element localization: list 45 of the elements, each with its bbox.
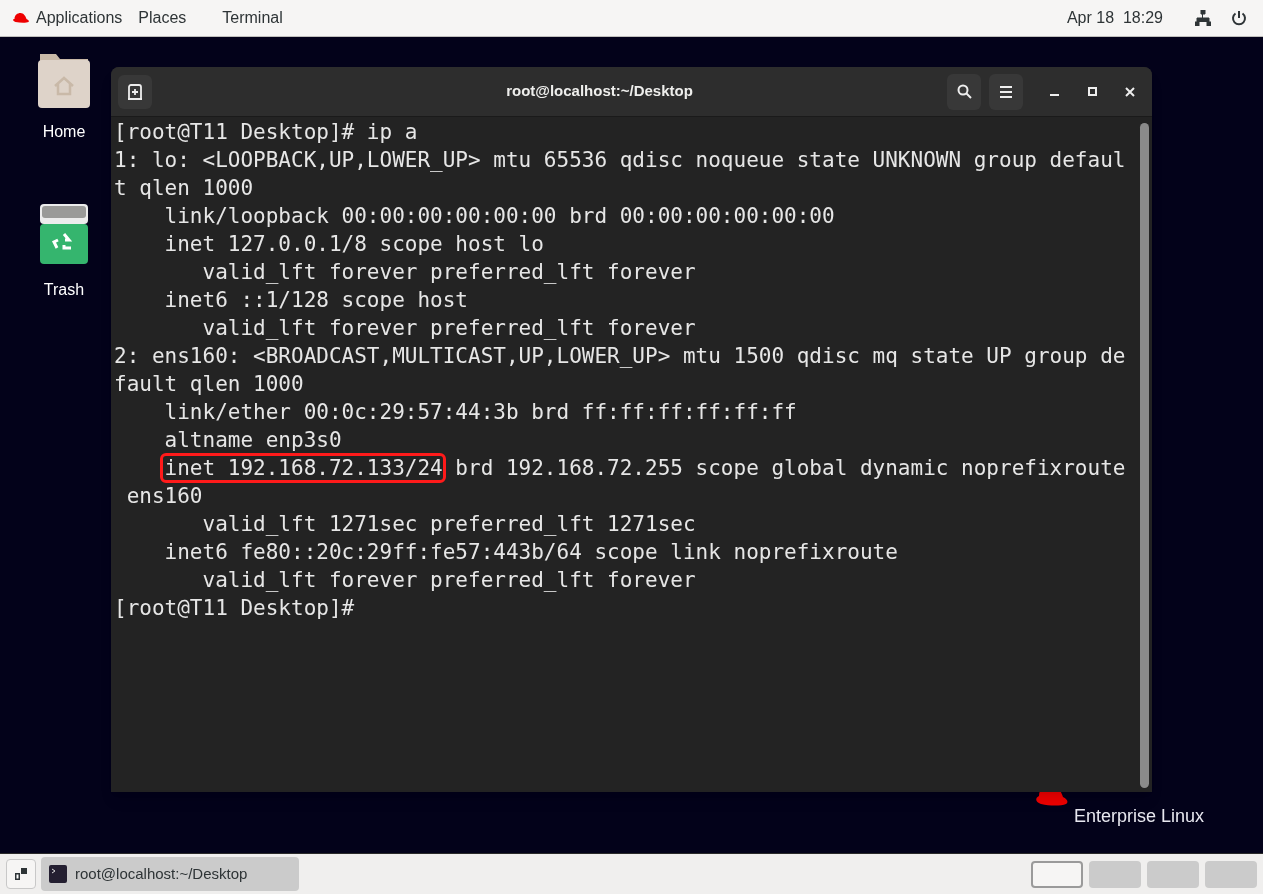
terminal-line: valid_lft forever preferred_lft forever	[201, 259, 697, 286]
maximize-icon	[1087, 87, 1097, 96]
terminal-line: valid_lft forever preferred_lft forever	[201, 315, 697, 342]
minimize-icon	[1049, 94, 1059, 96]
taskbar-window-button[interactable]: root@localhost:~/Desktop	[41, 857, 299, 891]
show-desktop-button[interactable]	[6, 859, 36, 889]
search-button[interactable]	[947, 73, 981, 110]
terminal-line: valid_lft 1271sec preferred_lft 1271sec	[201, 511, 697, 538]
terminal-line: inet6 ::1/128 scope host	[163, 287, 469, 314]
close-icon	[1125, 86, 1135, 97]
terminal-line: inet 192.168.72.133/24 brd 192.168.72.255 scope global dynamic noprefixroute	[114, 454, 1140, 482]
terminal-line: link/ether 00:0c:29:57:44:3b brd ff:ff:ff:ff:ff:ff	[163, 399, 798, 426]
terminal-line: inet 127.0.0.1/8 scope host lo	[163, 231, 545, 258]
terminal-line: ens160	[125, 483, 204, 510]
workspace-button[interactable]	[1031, 860, 1083, 888]
menu-button[interactable]	[989, 73, 1023, 110]
terminal-line: valid_lft forever preferred_lft forever	[201, 567, 697, 594]
terminal-icon	[49, 865, 67, 883]
terminal-line: altname enp3s0	[163, 427, 343, 454]
menu-icon	[1000, 85, 1012, 98]
desktop-icon-label[interactable]: Trash	[43, 278, 85, 302]
desktop-icon-label[interactable]: Home	[42, 120, 86, 144]
hat-icon	[12, 12, 30, 24]
terminal-line: [root@T11 Desktop]# ip a	[114, 119, 419, 146]
network-icon[interactable]	[1195, 10, 1211, 26]
terminal-line: t qlen 1000	[114, 175, 255, 202]
terminal-line: inet6 fe80::20c:29ff:fe57:443b/64 scope link noprefixroute	[163, 539, 899, 566]
trash-icon[interactable]	[40, 204, 88, 266]
top-bar-menu[interactable]: Applications	[36, 6, 123, 30]
new-tab-button[interactable]	[118, 74, 152, 109]
clock[interactable]: Apr 18 18:29	[1066, 6, 1163, 30]
power-icon[interactable]	[1231, 10, 1247, 26]
terminal-line: link/loopback 00:00:00:00:00:00 brd 00:00:00:00:00:00	[163, 203, 836, 230]
top-bar-menu[interactable]: Places	[138, 6, 187, 30]
windows-icon	[15, 868, 27, 880]
terminal-line: 2: ens160: <BROADCAST,MULTICAST,UP,LOWER_UP> mtu 1500 qdisc mq state UP group de	[114, 343, 1127, 370]
top-bar-menu[interactable]: Terminal	[222, 6, 283, 30]
terminal-line: 1: lo: <LOOPBACK,UP,LOWER_UP> mtu 65536 qdisc noqueue state UNKNOWN group defaul	[114, 147, 1127, 174]
new-tab-icon	[128, 83, 142, 100]
brand-subtitle: Enterprise Linux	[1074, 805, 1205, 828]
terminal-line: [root@T11 Desktop]#	[114, 595, 356, 622]
highlight-box: inet 192.168.72.133/24	[162, 456, 443, 480]
search-icon	[956, 84, 972, 99]
window-title: root@localhost:~/Desktop	[505, 81, 694, 102]
terminal-line: fault qlen 1000	[114, 371, 305, 398]
